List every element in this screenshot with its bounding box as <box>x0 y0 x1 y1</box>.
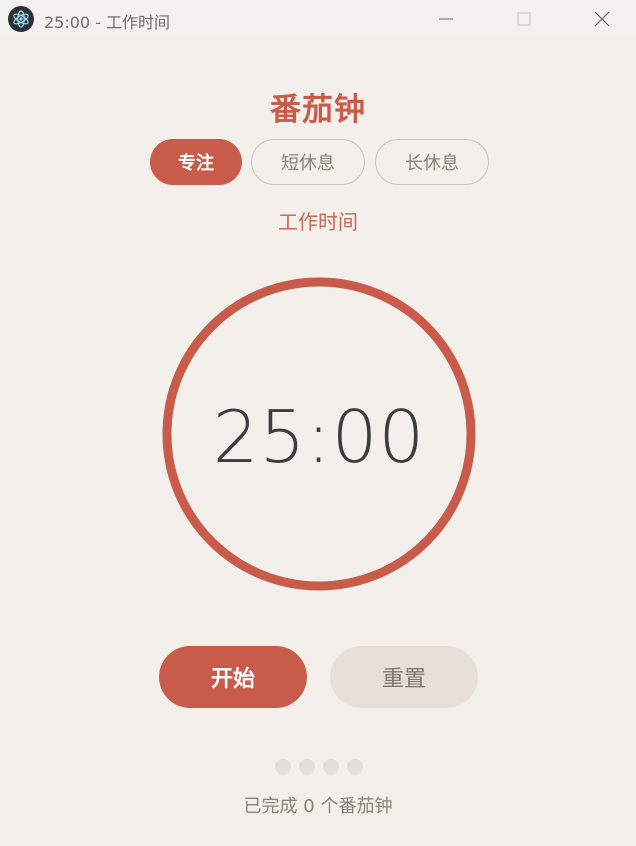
app-title: 番茄钟 <box>270 92 366 128</box>
close-icon <box>594 11 610 27</box>
window-title: 25:00 - 工作时间 <box>44 13 171 32</box>
tab-long-break[interactable]: 长休息 <box>375 139 489 185</box>
session-dot <box>275 759 291 775</box>
close-button[interactable] <box>576 0 628 38</box>
minimize-button[interactable] <box>420 0 472 38</box>
tab-short-break[interactable]: 短休息 <box>251 139 365 185</box>
minimize-icon <box>439 18 453 20</box>
session-dot <box>323 759 339 775</box>
session-dots <box>275 759 363 775</box>
maximize-icon <box>517 12 531 26</box>
start-button[interactable]: 开始 <box>159 646 307 708</box>
window-titlebar: 25:00 - 工作时间 <box>0 0 636 38</box>
electron-atom-icon <box>8 6 34 32</box>
completed-count-text: 已完成 0 个番茄钟 <box>243 796 393 817</box>
session-dot <box>299 759 315 775</box>
reset-button[interactable]: 重置 <box>330 646 478 708</box>
tab-focus[interactable]: 专注 <box>150 139 242 185</box>
maximize-button[interactable] <box>498 0 550 38</box>
mode-label: 工作时间 <box>278 210 358 234</box>
session-dot <box>347 759 363 775</box>
timer-display: 25:00 <box>212 395 426 479</box>
